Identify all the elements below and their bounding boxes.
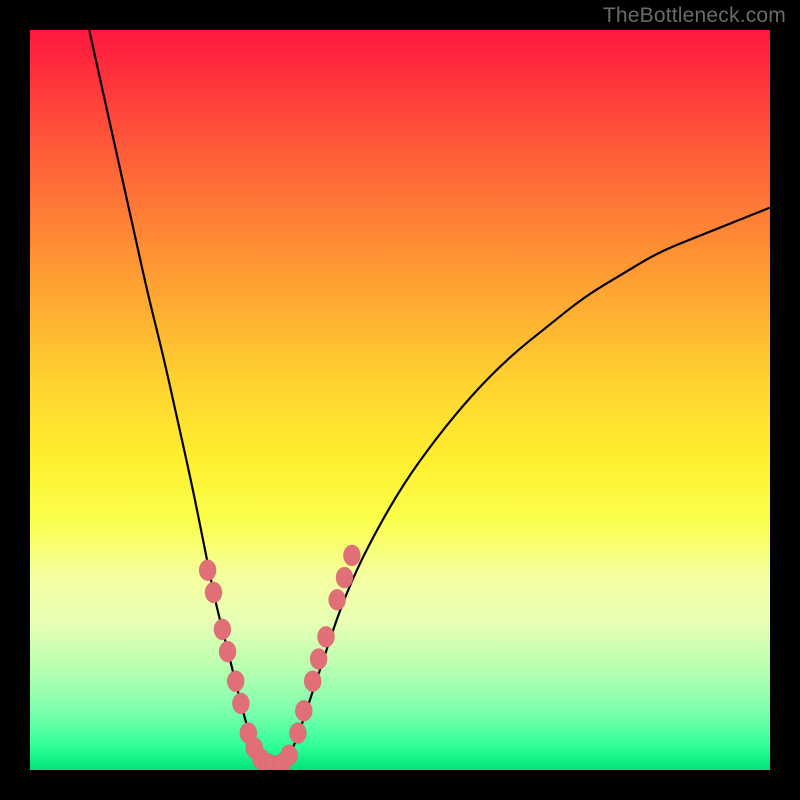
plot-area <box>30 30 770 770</box>
curve-svg <box>30 30 770 770</box>
data-dot <box>289 723 306 744</box>
watermark-text: TheBottleneck.com <box>603 4 786 28</box>
data-dot <box>214 619 231 640</box>
data-dot <box>205 582 222 603</box>
data-dot <box>281 745 298 766</box>
data-dot <box>329 589 346 610</box>
data-dot <box>295 700 312 721</box>
data-dot <box>318 626 335 647</box>
bottleneck-curve <box>89 30 770 765</box>
data-dot <box>227 671 244 692</box>
data-dot <box>343 545 360 566</box>
data-dot <box>232 693 249 714</box>
data-dot <box>336 567 353 588</box>
data-dots <box>199 545 360 770</box>
data-dot <box>199 560 216 581</box>
data-dot <box>219 641 236 662</box>
outer-frame: TheBottleneck.com <box>0 0 800 800</box>
data-dot <box>304 671 321 692</box>
data-dot <box>310 649 327 670</box>
